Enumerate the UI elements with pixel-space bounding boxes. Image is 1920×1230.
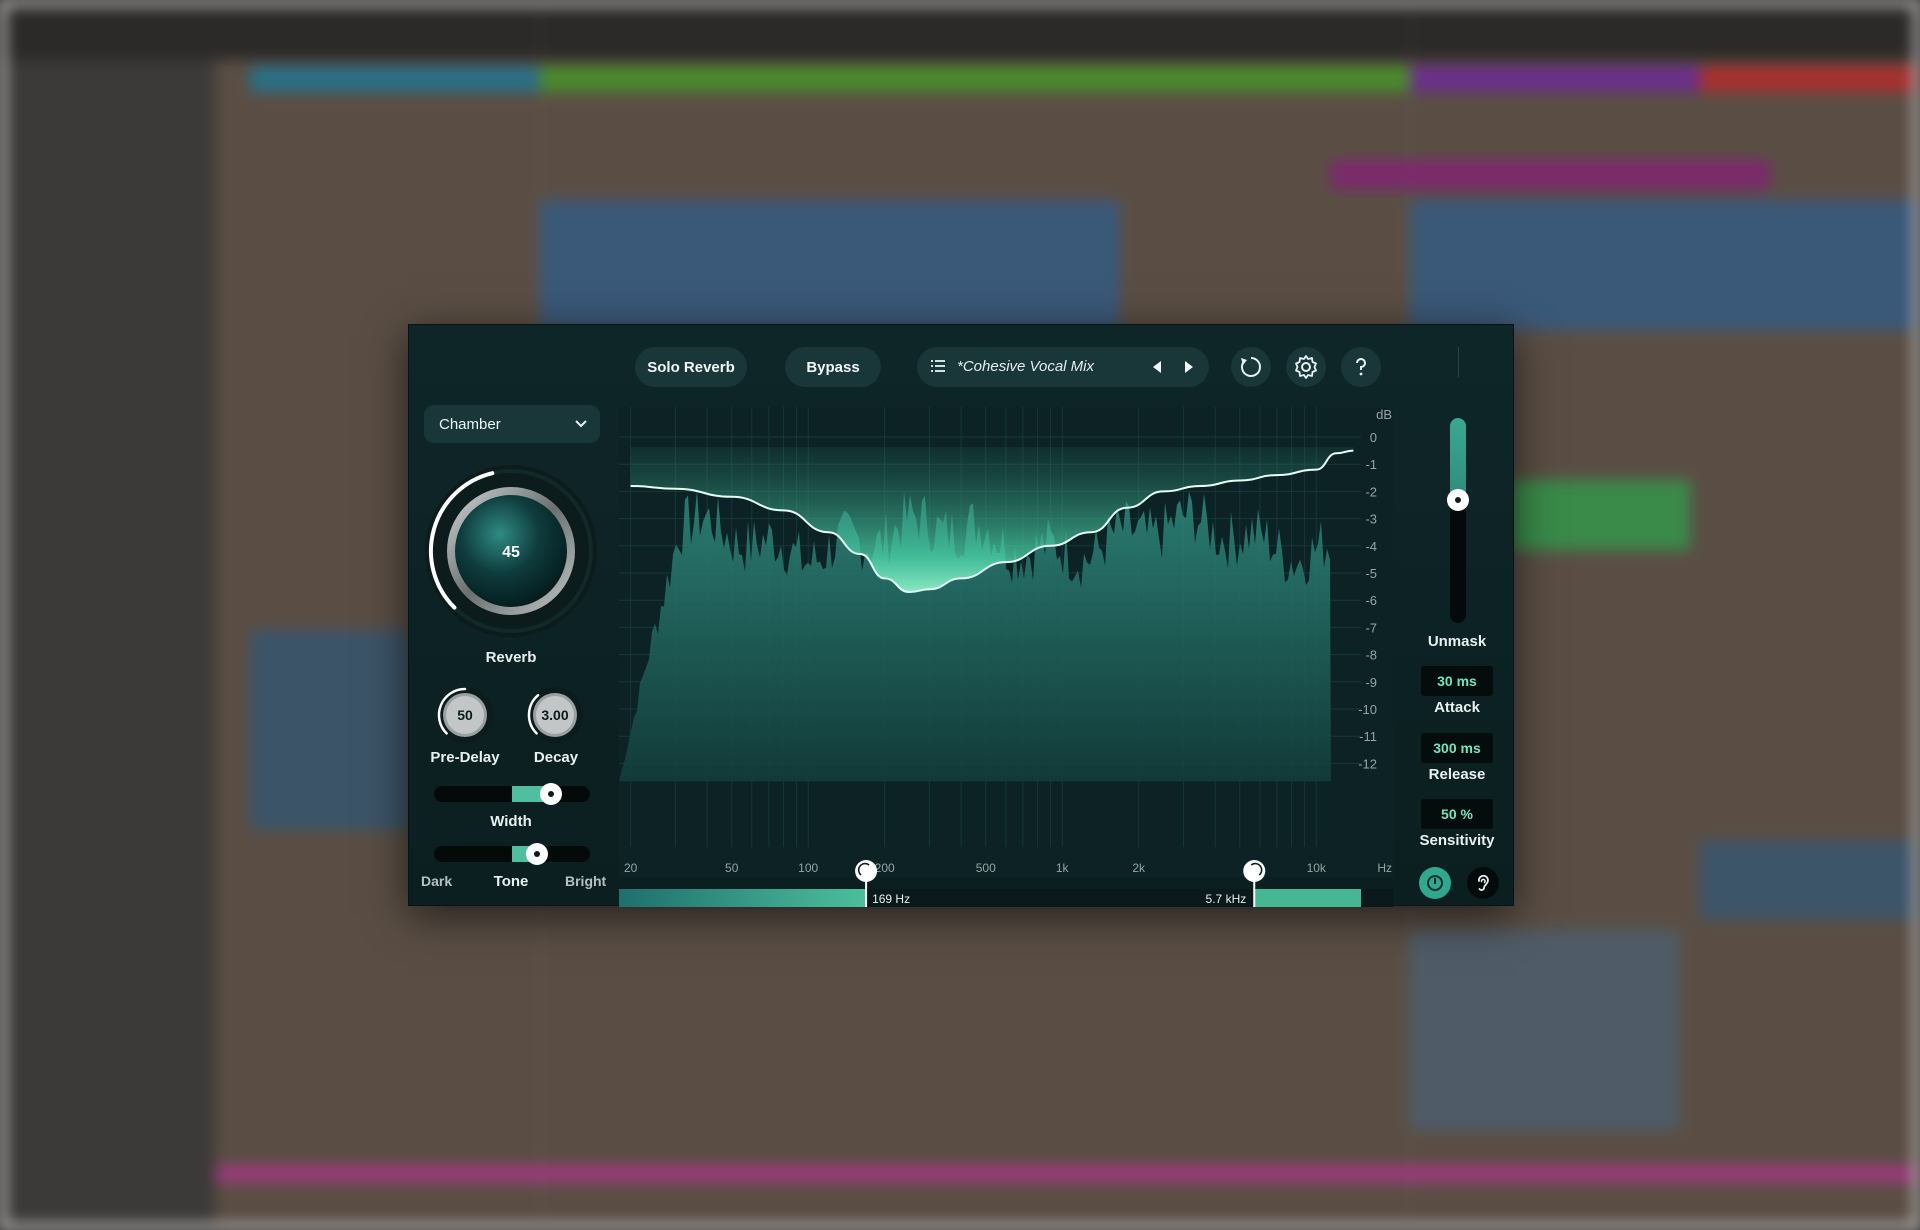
- unmask-slider-thumb[interactable]: [1447, 489, 1469, 511]
- decay-knob[interactable]: 3.00: [525, 685, 585, 745]
- list-icon[interactable]: [931, 359, 945, 373]
- high-cut-value: 5.7 kHz: [1206, 892, 1247, 906]
- sensitivity-value[interactable]: 50 %: [1421, 799, 1493, 829]
- release-value[interactable]: 300 ms: [1421, 733, 1493, 763]
- low-cut-band: [619, 889, 867, 907]
- width-label: Width: [490, 813, 532, 830]
- tone-dark-label: Dark: [421, 873, 453, 889]
- db-tick-label: 0: [1370, 430, 1377, 445]
- history-icon: [1241, 357, 1261, 377]
- sensitivity-label: Sensitivity: [1419, 832, 1495, 849]
- chevron-down-icon: [575, 420, 587, 428]
- next-preset-icon[interactable]: [1181, 359, 1197, 375]
- db-tick-label: -5: [1365, 566, 1377, 581]
- db-tick-label: -9: [1365, 675, 1377, 690]
- decay-label: Decay: [533, 749, 579, 766]
- db-tick-label: -7: [1365, 620, 1377, 635]
- tone-slider-thumb[interactable]: [525, 843, 548, 865]
- unmask-slider-fill: [1450, 418, 1466, 500]
- attack-value[interactable]: 30 ms: [1421, 666, 1493, 696]
- low-cut-handle[interactable]: [855, 860, 878, 882]
- cut-range-bar[interactable]: 169 Hz 5.7 kHz: [619, 857, 1393, 907]
- unmask-slider[interactable]: [1450, 418, 1466, 623]
- db-tick-label: -10: [1358, 702, 1377, 717]
- preset-name[interactable]: *Cohesive Vocal Mix: [957, 358, 1094, 375]
- db-tick-label: -6: [1365, 593, 1377, 608]
- gear-icon: [1295, 355, 1317, 379]
- pre-delay-value: 50: [457, 707, 473, 723]
- high-cut-handle[interactable]: [1243, 860, 1266, 882]
- bypass-button[interactable]: Bypass: [785, 347, 881, 387]
- width-slider-thumb[interactable]: [540, 783, 562, 805]
- reverb-label: Reverb: [485, 649, 537, 666]
- db-tick-label: -4: [1365, 539, 1377, 554]
- tone-slider[interactable]: [434, 843, 590, 865]
- width-slider[interactable]: [434, 783, 590, 805]
- power-icon: [1427, 875, 1443, 891]
- reverb-amount-knob[interactable]: 45: [421, 465, 601, 645]
- ear-icon: [1478, 874, 1489, 891]
- db-tick-label: -8: [1365, 648, 1377, 663]
- reverb-plugin-window: Solo Reverb Bypass *Cohesive Vocal Mix C…: [408, 324, 1514, 907]
- reverb-mode-value: Chamber: [439, 416, 501, 433]
- unmask-eq-graph[interactable]: dB 0-1-2-3-4-5-6-7-8-9-10-11-12 20 50 100 2…: [619, 407, 1393, 877]
- db-tick-label: -12: [1358, 756, 1377, 771]
- tone-bright-label: Bright: [565, 873, 607, 889]
- attack-label: Attack: [1434, 699, 1480, 716]
- prev-preset-icon[interactable]: [1149, 359, 1165, 375]
- db-tick-label: -11: [1359, 729, 1377, 744]
- db-tick-label: -3: [1365, 512, 1377, 527]
- settings-button[interactable]: [1286, 347, 1326, 387]
- unmask-power-button[interactable]: [1419, 867, 1451, 899]
- toolbar-divider: [1458, 347, 1459, 377]
- solo-reverb-button[interactable]: Solo Reverb: [635, 347, 747, 387]
- history-button[interactable]: [1231, 347, 1271, 387]
- db-unit-label: dB: [1376, 407, 1392, 422]
- help-icon: [1356, 358, 1366, 376]
- help-button[interactable]: [1341, 347, 1381, 387]
- tone-label: Tone: [493, 873, 529, 890]
- release-label: Release: [1428, 766, 1486, 783]
- preset-browser[interactable]: *Cohesive Vocal Mix: [917, 347, 1209, 387]
- listen-button[interactable]: [1467, 867, 1499, 899]
- low-cut-value: 169 Hz: [872, 892, 910, 906]
- reverb-mode-dropdown[interactable]: Chamber: [424, 405, 600, 443]
- pre-delay-knob[interactable]: 50: [435, 685, 495, 745]
- db-tick-label: -2: [1365, 484, 1377, 499]
- pre-delay-label: Pre-Delay: [430, 749, 500, 766]
- unmask-label: Unmask: [1427, 633, 1487, 650]
- high-cut-band: [1254, 889, 1361, 907]
- reverb-amount-value: 45: [502, 544, 520, 561]
- decay-value: 3.00: [541, 707, 568, 723]
- db-tick-label: -1: [1365, 457, 1377, 472]
